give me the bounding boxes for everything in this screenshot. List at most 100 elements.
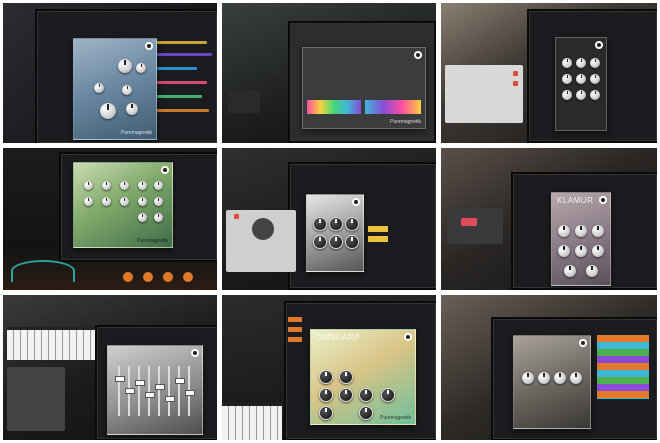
plugin-window: KLAMUR [551, 192, 611, 286]
knob [575, 245, 587, 257]
hardware-knob [123, 272, 133, 282]
knob [136, 63, 146, 73]
fader [155, 366, 165, 416]
plugin-brand: Puremagnetik [137, 238, 168, 244]
track-clip [288, 337, 302, 342]
knob [154, 181, 163, 190]
hardware-mixer [7, 367, 65, 431]
knob [570, 372, 582, 384]
knob [319, 406, 333, 420]
knob [329, 217, 343, 231]
fader [175, 366, 185, 416]
knob [313, 235, 327, 249]
knob [102, 181, 111, 190]
brand-logo-icon [595, 41, 603, 49]
plugin-window: Puremagnetik [302, 47, 426, 129]
knob [554, 372, 566, 384]
hardware-button [513, 81, 518, 86]
knob [592, 245, 604, 257]
knob [120, 181, 129, 190]
patch-cable [11, 260, 75, 282]
knob [329, 235, 343, 249]
brand-logo-icon [404, 333, 412, 341]
knob [576, 74, 586, 84]
knob [122, 85, 132, 95]
knob [590, 90, 600, 100]
knob [345, 217, 359, 231]
brand-logo-icon [414, 51, 422, 59]
hardware-button [461, 218, 477, 226]
plugin-title: KLAMUR [557, 196, 594, 205]
hardware-synth [445, 65, 523, 123]
brand-logo-icon [145, 42, 153, 50]
knob [575, 225, 587, 237]
brand-logo-icon [161, 166, 169, 174]
plugin-window: OMNI-ARP Puremagnetik [310, 329, 416, 425]
photo-tile-6: KLAMUR [441, 148, 657, 290]
knob [339, 388, 353, 402]
fader [135, 366, 145, 416]
hardware-controller [228, 91, 260, 113]
knob [381, 388, 395, 402]
knob [558, 225, 570, 237]
knob [576, 58, 586, 68]
photo-tile-8: OMNI-ARP Puremagnetik [222, 295, 436, 440]
track-clip [288, 317, 302, 322]
track-clip [288, 327, 302, 332]
knob [120, 197, 129, 206]
knob [138, 213, 147, 222]
plugin-window [306, 194, 364, 272]
photo-tile-2: Puremagnetik [222, 3, 436, 143]
spectrum-display [365, 100, 421, 114]
photo-tile-9 [441, 295, 657, 440]
knob [345, 235, 359, 249]
track-clip [368, 236, 388, 242]
plugin-brand: Puremagnetik [380, 415, 411, 421]
fader [145, 366, 155, 416]
plugin-brand: Puremagnetik [390, 119, 421, 125]
knob [154, 213, 163, 222]
knob [94, 83, 104, 93]
knob [564, 265, 576, 277]
plugin-window: Puremagnetik [73, 162, 173, 248]
brand-logo-icon [191, 349, 199, 357]
fader [125, 366, 135, 416]
hardware-knob [252, 218, 274, 240]
knob [592, 225, 604, 237]
knob [100, 103, 116, 119]
knob [118, 59, 132, 73]
photo-tile-7 [3, 295, 217, 440]
knob [313, 217, 327, 231]
fader [165, 366, 175, 416]
plugin-window: Puremagnetik [73, 38, 157, 140]
knob [138, 181, 147, 190]
knob [562, 74, 572, 84]
knob [522, 372, 534, 384]
plugin-window [513, 335, 591, 429]
brand-logo-icon [352, 198, 360, 206]
photo-tile-3 [441, 3, 657, 143]
knob [319, 370, 333, 384]
hardware-button [513, 71, 518, 76]
hardware-device [447, 208, 503, 244]
knob [359, 406, 373, 420]
hardware-knob [163, 272, 173, 282]
hardware-knob [183, 272, 193, 282]
knob [84, 197, 93, 206]
plugin-brand: Puremagnetik [121, 130, 152, 136]
hardware-button [234, 214, 239, 219]
hardware-knob [143, 272, 153, 282]
knob [84, 181, 93, 190]
knob [154, 197, 163, 206]
knob [590, 58, 600, 68]
clip-grid [597, 335, 649, 399]
plugin-window [107, 345, 203, 435]
spectrum-display [307, 100, 361, 114]
knob [558, 245, 570, 257]
knob [538, 372, 550, 384]
photo-tile-4: Puremagnetik [3, 148, 217, 290]
midi-keyboard [7, 327, 99, 360]
knob [590, 74, 600, 84]
knob [102, 197, 111, 206]
photo-tile-5 [222, 148, 436, 290]
